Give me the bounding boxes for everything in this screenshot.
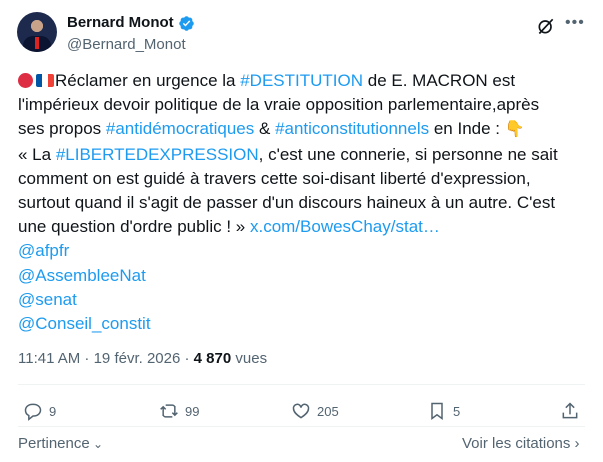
author-name[interactable]: Bernard Monot [67,14,174,31]
views-label: vues [231,350,268,367]
bookmark-icon [431,402,443,420]
france-flag-icon [36,74,54,87]
reply-button[interactable]: 9 [23,400,56,422]
text-line: l'impérieux devoir politique de la vraie… [18,95,540,115]
text-segment: une question d'ordre public ! » [18,217,250,237]
text-line: Réclamer en urgence la #DESTITUTION de E… [18,69,588,93]
tweet: Bernard Monot @Bernard_Monot ••• Réclame… [0,0,603,462]
grok-icon[interactable] [536,16,556,36]
sort-relevance-dropdown[interactable]: Pertinence ⌄ [18,435,103,452]
hashtag-libertedexpression[interactable]: #LIBERTEDEXPRESSION [56,145,259,164]
sort-label: Pertinence [18,435,90,452]
repost-button[interactable]: 99 [159,400,199,422]
author-handle[interactable]: @Bernard_Monot [67,36,186,53]
views-count: 4 870 [193,350,232,367]
text-segment: « La [18,144,56,164]
tweet-text: Réclamer en urgence la #DESTITUTION de E… [18,69,588,336]
verified-badge-icon [179,16,194,31]
mention[interactable]: @afpfr [18,239,588,263]
quoted-link[interactable]: x.com/BowesChay/stat… [250,217,440,236]
mention[interactable]: @Conseil_constit [18,312,588,336]
text-line: une question d'ordre public ! » x.com/Bo… [18,215,588,239]
text-line: « La #LIBERTEDEXPRESSION, c'est une conn… [18,143,588,167]
quotes-label: Voir les citations [462,435,571,452]
like-button[interactable]: 205 [291,400,339,422]
chevron-down-icon: ⌄ [89,437,104,451]
like-count: 205 [317,403,339,419]
repost-icon [160,404,178,418]
text-segment: & [254,119,276,139]
pointing-down-icon: 👇 [504,121,525,139]
hashtag-anticonstitutionnels[interactable]: #anticonstitutionnels [275,119,429,138]
mention[interactable]: @senat [18,288,588,312]
reply-count: 9 [49,403,57,419]
chevron-right-icon: › [570,435,580,452]
view-quotes-link[interactable]: Voir les citations › [462,435,580,452]
bookmark-button[interactable]: 5 [427,400,460,422]
mention[interactable]: @AssembleeNat [18,264,588,288]
reply-icon [24,403,42,421]
divider [18,384,585,385]
hashtag-destitution[interactable]: #DESTITUTION [240,71,363,90]
text-line: surtout quand il s'agit de passer d'un d… [18,193,556,213]
text-line: ses propos #antidémocratiques & #anticon… [18,117,588,142]
more-options-icon[interactable]: ••• [565,14,587,34]
text-line: comment on est guidé à travers cette soi… [18,168,531,188]
avatar[interactable] [17,12,57,52]
avatar-tie [35,37,39,49]
hashtag-antidemocratiques[interactable]: #antidémocratiques [106,119,254,138]
red-circle-icon [18,73,33,88]
share-button[interactable] [560,400,586,422]
repost-count: 99 [185,403,200,419]
text-segment: en Inde : [429,119,505,139]
text-segment: de E. MACRON est [363,71,516,90]
text-segment: ses propos [18,119,106,139]
share-icon [562,402,578,419]
divider [18,426,585,427]
text-segment: Réclamer en urgence la [55,71,241,90]
heart-icon [292,403,310,419]
tweet-meta: 11:41 AM · 19 févr. 2026 · 4 870 vues [18,350,267,367]
text-segment: , c'est une connerie, si personne ne sai… [258,144,558,164]
bookmark-count: 5 [453,403,461,419]
timestamp[interactable]: 11:41 AM · 19 févr. 2026 · [18,350,194,367]
